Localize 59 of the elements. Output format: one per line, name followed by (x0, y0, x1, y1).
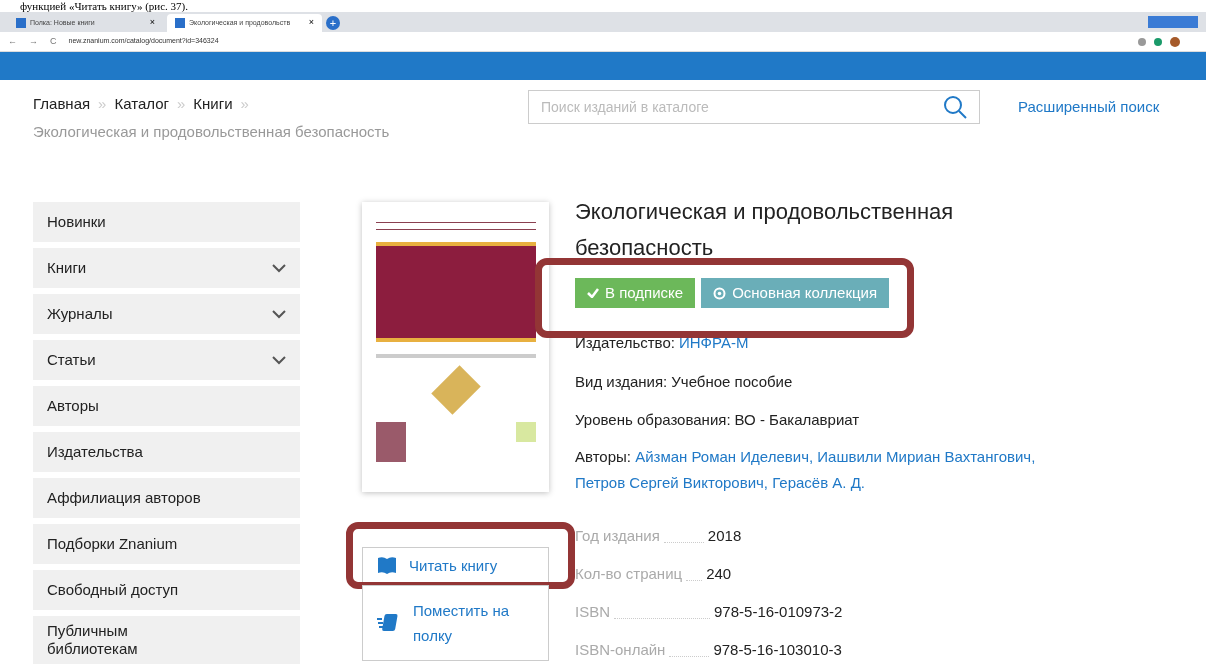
spec-value: 978-5-16-010973-2 (714, 602, 843, 622)
search-field[interactable]: Поиск изданий в каталоге (528, 90, 980, 124)
sidebar-item[interactable]: Подборки Znanium (33, 524, 300, 564)
new-tab-button[interactable]: + (326, 16, 340, 30)
search-input[interactable]: Поиск изданий в каталоге (541, 96, 943, 118)
spec-label: Год издания (575, 526, 660, 546)
field-value: ВО - Бакалавриат (734, 410, 860, 430)
publisher-link[interactable]: ИНФРА-М (678, 332, 749, 355)
spec-label: Кол-во страниц (575, 564, 683, 584)
sidebar-item[interactable]: Публичным библиотекам (33, 616, 300, 664)
spec-label: ISBN (575, 602, 610, 622)
chevron-down-icon (272, 355, 286, 365)
breadcrumb-link[interactable]: Книги (193, 95, 233, 112)
field-label: Авторы: (575, 447, 632, 465)
field-label: Уровень образования: (575, 410, 731, 430)
sidebar-item[interactable]: Свободный доступ (33, 570, 300, 610)
spec-label: ISBN-онлайн (575, 640, 666, 660)
spec-value: 978-5-16-103010-3 (713, 640, 842, 660)
breadcrumb-separator: » (240, 95, 249, 112)
author-link[interactable]: Петров Сергей Викторович, (575, 473, 769, 491)
field-label: Издательство: (575, 333, 675, 353)
collection-badge: Основная коллекция (701, 278, 890, 308)
sidebar-item[interactable]: Книги (33, 248, 300, 288)
breadcrumb-separator: » (98, 95, 107, 112)
site-favicon (175, 18, 185, 28)
field-value: Учебное пособие (671, 371, 793, 392)
spec-value: 2018 (707, 526, 742, 546)
breadcrumb-separator: » (176, 95, 186, 112)
author-link[interactable]: Иашвили Мириан Вахтангович, (817, 447, 1036, 465)
field-label: Вид издания: (575, 371, 668, 392)
read-book-button[interactable]: Читать книгу (362, 547, 549, 583)
subscription-badge: В подписке (575, 278, 696, 308)
sidebar-item[interactable]: Издательства (33, 432, 300, 472)
spec-value: 240 (706, 564, 732, 584)
sidebar-item[interactable]: Журналы (33, 294, 300, 334)
site-favicon (16, 18, 26, 28)
breadcrumb-link[interactable]: Каталог (114, 95, 169, 112)
document-caption: функцией «Читать книгу» (рис. 37). (20, 0, 189, 12)
chevron-down-icon (272, 309, 286, 319)
advanced-search-link[interactable]: Расширенный поиск (1018, 96, 1160, 119)
sidebar-item[interactable]: Авторы (33, 386, 300, 426)
sidebar-item[interactable]: Новинки (33, 202, 300, 242)
navigation-button[interactable]: C (50, 34, 57, 49)
add-to-shelf-button[interactable]: Поместить на полку (362, 585, 549, 661)
author-link[interactable]: Айзман Роман Иделевич, (635, 447, 814, 465)
breadcrumb-link[interactable]: Главная (33, 95, 91, 112)
navigation-button[interactable]: → (29, 34, 38, 49)
close-icon[interactable]: × (308, 16, 314, 30)
book-title: Экологическая и продовольственная безопасность (575, 198, 955, 262)
target-icon (713, 286, 727, 300)
navigation-button[interactable]: ← (8, 34, 17, 49)
sidebar-item[interactable]: Аффилиация авторов (33, 478, 300, 518)
author-link[interactable]: Герасёв А. Д. (772, 473, 865, 491)
sidebar-item[interactable]: Статьи (33, 340, 300, 380)
book-icon (377, 556, 397, 574)
close-icon[interactable]: × (149, 16, 155, 30)
search-icon[interactable] (943, 95, 967, 119)
chevron-down-icon (272, 263, 286, 273)
checkmark-icon (587, 288, 599, 298)
